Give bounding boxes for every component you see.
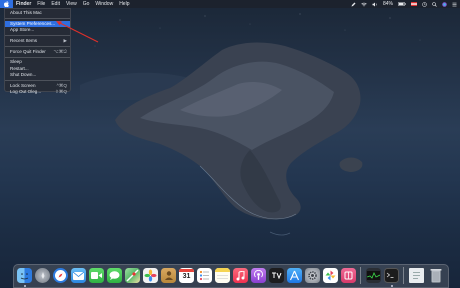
book-icon (344, 271, 353, 280)
photos-icon[interactable] (143, 268, 158, 283)
music-icon[interactable] (233, 268, 248, 283)
activity-monitor-icon[interactable] (366, 268, 381, 283)
gear-icon (308, 271, 317, 280)
finder-icon[interactable] (17, 268, 32, 283)
app-store-icon[interactable] (287, 268, 302, 283)
running-indicator (390, 285, 393, 287)
graph-icon (367, 271, 380, 280)
prompt-icon (386, 272, 394, 278)
terminal-icon[interactable] (384, 268, 399, 283)
person-icon (164, 271, 173, 280)
calendar-icon[interactable]: 31 (179, 268, 194, 283)
contacts-icon[interactable] (161, 268, 176, 283)
annotation-arrow (56, 21, 99, 43)
facetime-icon[interactable] (89, 268, 104, 283)
podcasts-icon[interactable] (251, 268, 266, 283)
broadcast-icon (254, 270, 263, 280)
launchpad-icon[interactable] (35, 268, 50, 283)
safari-icon[interactable] (53, 268, 68, 283)
speech-bubble-icon (109, 271, 120, 280)
maps-icon[interactable] (125, 268, 140, 283)
trash-icon[interactable] (428, 268, 443, 283)
dock-divider (403, 267, 404, 284)
trash-can-icon (430, 269, 441, 283)
system-preferences-icon[interactable] (305, 268, 320, 283)
messages-icon[interactable] (107, 268, 122, 283)
pinwheel-app-icon[interactable] (323, 268, 338, 283)
pinwheel-icon (325, 270, 336, 281)
finder-face-icon (20, 273, 29, 280)
notes-icon[interactable] (215, 268, 230, 283)
mail-icon[interactable] (71, 268, 86, 283)
running-indicator (23, 285, 26, 287)
dock-divider (360, 267, 361, 284)
document-icon (413, 272, 420, 279)
compass-icon (55, 270, 66, 281)
tv-logo-icon (272, 272, 282, 279)
flower-icon (144, 269, 157, 282)
music-note-icon (236, 270, 245, 280)
reminders-icon[interactable] (197, 268, 212, 283)
calendar-day: 31 (182, 273, 191, 280)
app-store-a-icon (289, 270, 300, 281)
video-camera-icon (91, 272, 102, 279)
notepad-icon (215, 268, 230, 279)
checklist-icon (199, 270, 209, 281)
map-pin-icon (126, 269, 139, 282)
envelope-icon (73, 271, 84, 280)
rocket-icon (41, 271, 44, 279)
downloads-file-icon[interactable] (409, 268, 424, 283)
tv-icon[interactable] (269, 268, 284, 283)
red-app-icon[interactable] (341, 268, 356, 283)
